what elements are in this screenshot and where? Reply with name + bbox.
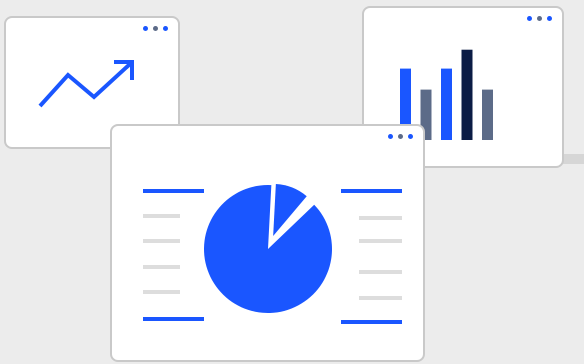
left-text-line	[143, 239, 180, 243]
left-heading-line	[143, 189, 204, 193]
pie-slice	[204, 185, 332, 313]
right-heading-line	[341, 189, 402, 193]
bar	[441, 68, 452, 140]
bar	[482, 89, 493, 140]
pie-window	[110, 124, 425, 362]
bar	[461, 49, 473, 141]
left-text-line	[143, 214, 180, 218]
right-text-line	[359, 296, 402, 300]
left-text-line	[143, 265, 180, 269]
right-text-line	[359, 216, 402, 220]
pie-graphic	[143, 184, 402, 324]
right-text-line	[359, 270, 402, 274]
left-heading-line	[143, 317, 204, 321]
right-heading-line	[341, 320, 402, 324]
left-text-line	[143, 290, 180, 294]
right-text-line	[359, 239, 402, 243]
